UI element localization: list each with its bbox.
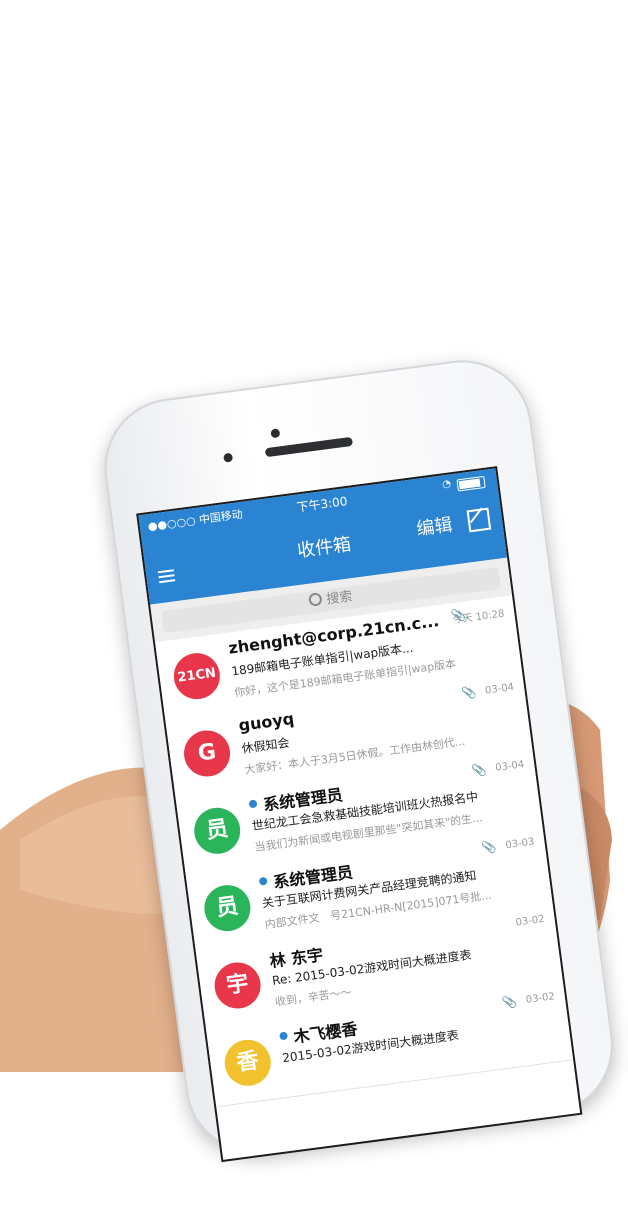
status-time: 下午3:00 [295, 494, 349, 515]
unread-dot [279, 1031, 289, 1041]
proximity-sensor [223, 452, 234, 463]
edit-button[interactable]: 编辑 [415, 511, 454, 541]
avatar: 香 [221, 1036, 274, 1089]
avatar: G [181, 727, 233, 780]
phone-screen: ●●○○○ 中国移动 下午3:00 ◔ 收件箱 编辑 搜索 21CN zhengh… [136, 466, 583, 1163]
email-date: 03-04 [484, 681, 515, 697]
battery-icon [456, 475, 486, 492]
email-date: 03-04 [494, 759, 525, 774]
compose-icon[interactable] [466, 507, 492, 533]
email-date: 03-03 [504, 836, 536, 852]
carrier-label: ●●○○○ 中国移动 [147, 507, 244, 534]
search-icon [308, 592, 324, 607]
attachment-icon: 📎 [460, 684, 478, 701]
avatar: 员 [201, 882, 254, 934]
phone-device: ●●○○○ 中国移动 下午3:00 ◔ 收件箱 编辑 搜索 21CN zhengh… [96, 330, 628, 1221]
attachment-icon: 📎 [450, 607, 468, 624]
avatar: 员 [191, 804, 244, 857]
avatar: 宇 [211, 959, 264, 1012]
unread-dot [248, 799, 258, 809]
front-camera [270, 428, 281, 439]
sender-name: guoyq [237, 708, 296, 736]
email-date: 03-02 [525, 991, 556, 1006]
attachment-icon: 📎 [480, 839, 498, 856]
rotation-lock-icon: ◔ [441, 478, 452, 491]
search-placeholder: 搜索 [325, 589, 354, 608]
email-date: 03-02 [515, 913, 546, 929]
unread-dot [258, 876, 268, 886]
attachment-icon: 📎 [501, 994, 518, 1011]
avatar: 21CN [171, 650, 223, 702]
attachment-icon: 📎 [470, 762, 488, 779]
earpiece-speaker [264, 436, 354, 458]
